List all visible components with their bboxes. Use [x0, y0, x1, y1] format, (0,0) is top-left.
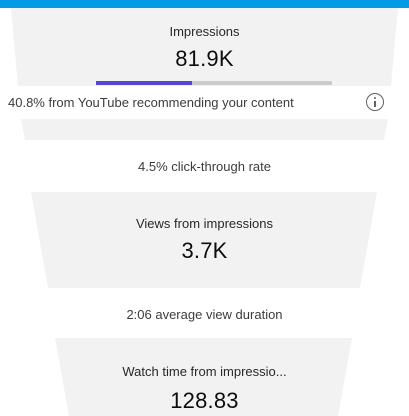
views-title: Views from impressions — [135, 216, 274, 231]
impressions-funnel-card: Impressions 81.9K 40.8% from YouTube rec… — [0, 0, 409, 416]
average-view-duration: 2:06 average view duration — [126, 307, 283, 322]
funnel-band-ctr — [21, 119, 388, 140]
watch-time-title: Watch time from impressio... — [122, 364, 287, 379]
recommendation-note: 40.8% from YouTube recommending your con… — [8, 95, 294, 110]
recommendation-progress-bar — [96, 81, 332, 85]
recommendation-progress-fill — [96, 81, 193, 85]
info-icon[interactable] — [366, 93, 384, 111]
impressions-title: Impressions — [169, 24, 240, 39]
views-value: 3.7K — [181, 238, 228, 263]
impressions-value: 81.9K — [175, 46, 234, 71]
recommendation-note-row: 40.8% from YouTube recommending your con… — [0, 92, 409, 114]
click-through-rate: 4.5% click-through rate — [138, 159, 271, 174]
watch-time-value: 128.83 — [170, 388, 239, 413]
